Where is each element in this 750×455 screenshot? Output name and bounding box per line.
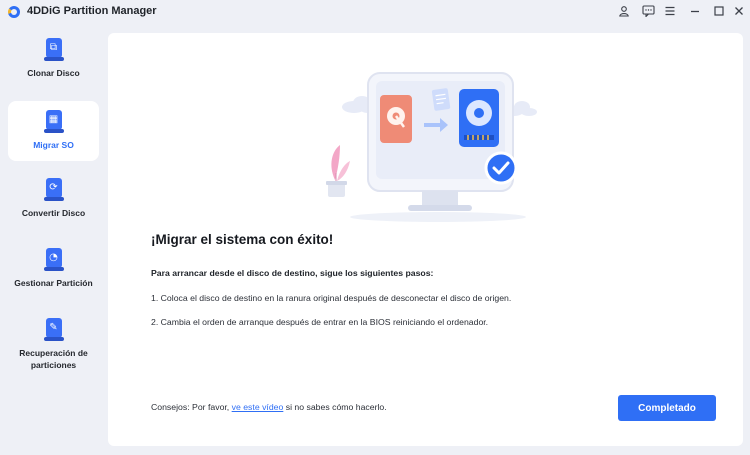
migrate-os-icon: ▦ [43,110,64,134]
sidebar-item-convert-disk[interactable]: ⟳ Convertir Disco [8,178,99,236]
sidebar-item-label: Migrar SO [33,140,74,150]
step-item: 1. Coloca el disco de destino en la ranu… [151,293,512,303]
sidebar-item-clone-disk[interactable]: ⧉ Clonar Disco [8,38,99,96]
tips-prefix: Consejos: Por favor, [151,402,232,412]
manage-partition-icon: ◔ [43,248,64,272]
minimize-icon[interactable] [685,2,705,20]
check-badge-icon [484,151,518,185]
feedback-icon[interactable] [638,2,658,20]
main-panel: ¡Migrar el sistema con éxito! Para arran… [108,33,743,446]
tips-text: Consejos: Por favor, ve este vídeo si no… [151,402,387,412]
sidebar-item-label: Clonar Disco [27,68,80,78]
partition-recovery-icon: ✎ [43,318,64,342]
app-logo-icon [8,6,20,18]
title-bar: 4DDiG Partition Manager [0,0,750,24]
sidebar-item-migrate-os[interactable]: ▦ Migrar SO [8,101,99,161]
source-disk-icon [380,95,412,143]
maximize-icon[interactable] [709,2,729,20]
app-title: 4DDiG Partition Manager [27,5,157,17]
clone-disk-icon: ⧉ [43,38,64,62]
steps-title: Para arrancar desde el disco de destino,… [151,268,434,278]
sidebar-item-partition-recovery[interactable]: ✎ Recuperación de particiones [8,318,99,388]
migration-success-illustration [326,72,537,222]
sidebar-item-label: Recuperación de particiones [19,348,88,370]
tips-suffix: si no sabes cómo hacerlo. [283,402,387,412]
convert-disk-icon: ⟳ [43,178,64,202]
step-item: 2. Cambia el orden de arranque después d… [151,317,489,327]
close-icon[interactable] [729,2,749,20]
target-disk-icon [459,89,499,147]
plant-icon [326,145,350,197]
sidebar-item-label: Gestionar Partición [14,278,93,288]
user-icon[interactable] [614,2,634,20]
tutorial-video-link[interactable]: ve este vídeo [232,402,284,412]
document-icon [431,88,451,111]
sidebar-item-label: Convertir Disco [21,208,86,218]
completed-button[interactable]: Completado [618,395,716,421]
sidebar-item-manage-partition[interactable]: ◔ Gestionar Partición [8,248,99,306]
success-heading: ¡Migrar el sistema con éxito! [151,232,334,247]
menu-icon[interactable] [660,2,680,20]
